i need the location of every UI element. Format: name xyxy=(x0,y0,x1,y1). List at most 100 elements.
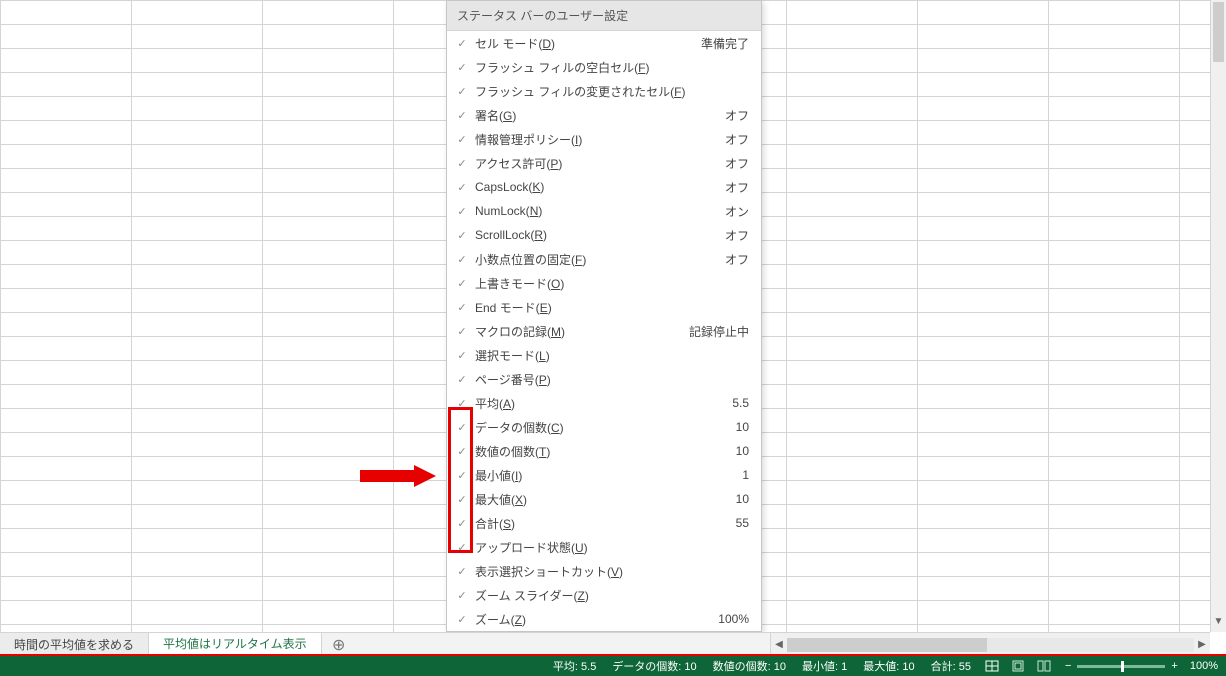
menu-item-0[interactable]: ✓セル モード(D)準備完了 xyxy=(447,31,761,55)
check-icon: ✓ xyxy=(453,301,471,314)
menu-item-2[interactable]: ✓フラッシュ フィルの変更されたセル(F) xyxy=(447,79,761,103)
menu-item-status: オフ xyxy=(725,179,751,196)
menu-item-label: ズーム(Z) xyxy=(471,611,718,628)
menu-item-label: セル モード(D) xyxy=(471,35,701,52)
menu-item-10[interactable]: ✓上書きモード(O) xyxy=(447,271,761,295)
check-icon: ✓ xyxy=(453,541,471,554)
page-layout-icon xyxy=(1011,660,1025,672)
horizontal-scrollbar[interactable]: ◀ ▶ xyxy=(770,633,1210,656)
check-icon: ✓ xyxy=(453,589,471,602)
menu-item-label: アクセス許可(P) xyxy=(471,155,725,172)
menu-item-label: NumLock(N) xyxy=(471,204,725,218)
status-stat-3: 最小値: 1 xyxy=(794,658,855,674)
zoom-percent[interactable]: 100% xyxy=(1184,660,1218,672)
sheet-tab-0[interactable]: 時間の平均値を求める xyxy=(0,633,149,656)
check-icon: ✓ xyxy=(453,349,471,362)
menu-item-18[interactable]: ✓最小値(I)1 xyxy=(447,463,761,487)
menu-item-4[interactable]: ✓情報管理ポリシー(I)オフ xyxy=(447,127,761,151)
check-icon: ✓ xyxy=(453,397,471,410)
menu-item-11[interactable]: ✓End モード(E) xyxy=(447,295,761,319)
add-sheet-button[interactable]: ⊕ xyxy=(322,633,356,656)
check-icon: ✓ xyxy=(453,229,471,242)
menu-item-label: ScrollLock(R) xyxy=(471,228,725,242)
menu-item-label: 小数点位置の固定(F) xyxy=(471,251,725,268)
menu-item-status: 55 xyxy=(736,516,751,530)
hscroll-thumb[interactable] xyxy=(787,638,987,652)
view-page-break-button[interactable] xyxy=(1031,656,1057,676)
check-icon: ✓ xyxy=(453,181,471,194)
menu-item-status: オフ xyxy=(725,251,751,268)
menu-item-label: 最大値(X) xyxy=(471,491,736,508)
vscroll-thumb[interactable] xyxy=(1213,2,1224,62)
check-icon: ✓ xyxy=(453,517,471,530)
menu-item-label: データの個数(C) xyxy=(471,419,736,436)
vertical-scrollbar[interactable]: ▼ xyxy=(1210,0,1226,632)
vscroll-down-arrow[interactable]: ▼ xyxy=(1211,614,1226,630)
menu-item-status: 10 xyxy=(736,492,751,506)
menu-item-label: 署名(G) xyxy=(471,107,725,124)
status-bar: 平均: 5.5データの個数: 10数値の個数: 10最小値: 1最大値: 10合… xyxy=(0,656,1226,676)
sheet-tabs-row: 時間の平均値を求める平均値はリアルタイム表示 ⊕ ◀ ▶ xyxy=(0,632,1210,656)
check-icon: ✓ xyxy=(453,373,471,386)
menu-item-3[interactable]: ✓署名(G)オフ xyxy=(447,103,761,127)
menu-item-23[interactable]: ✓ズーム スライダー(Z) xyxy=(447,583,761,607)
check-icon: ✓ xyxy=(453,493,471,506)
status-stat-5: 合計: 55 xyxy=(923,658,979,674)
menu-item-label: 情報管理ポリシー(I) xyxy=(471,131,725,148)
zoom-control: − + 100% xyxy=(1057,660,1226,672)
page-break-icon xyxy=(1037,660,1051,672)
view-normal-button[interactable] xyxy=(979,656,1005,676)
menu-item-13[interactable]: ✓選択モード(L) xyxy=(447,343,761,367)
hscroll-right-arrow[interactable]: ▶ xyxy=(1194,639,1210,650)
plus-icon: ⊕ xyxy=(332,635,345,655)
menu-item-1[interactable]: ✓フラッシュ フィルの空白セル(F) xyxy=(447,55,761,79)
zoom-out-button[interactable]: − xyxy=(1065,660,1071,672)
menu-item-status: オフ xyxy=(725,107,751,124)
check-icon: ✓ xyxy=(453,613,471,626)
menu-item-12[interactable]: ✓マクロの記録(M)記録停止中 xyxy=(447,319,761,343)
menu-item-24[interactable]: ✓ズーム(Z)100% xyxy=(447,607,761,631)
grid-view-icon xyxy=(985,660,999,672)
check-icon: ✓ xyxy=(453,133,471,146)
menu-item-14[interactable]: ✓ページ番号(P) xyxy=(447,367,761,391)
check-icon: ✓ xyxy=(453,325,471,338)
menu-item-20[interactable]: ✓合計(S)55 xyxy=(447,511,761,535)
menu-item-9[interactable]: ✓小数点位置の固定(F)オフ xyxy=(447,247,761,271)
zoom-slider[interactable] xyxy=(1077,665,1165,668)
check-icon: ✓ xyxy=(453,85,471,98)
menu-item-label: End モード(E) xyxy=(471,299,749,316)
check-icon: ✓ xyxy=(453,445,471,458)
menu-item-label: 選択モード(L) xyxy=(471,347,749,364)
menu-item-17[interactable]: ✓数値の個数(T)10 xyxy=(447,439,761,463)
menu-item-15[interactable]: ✓平均(A)5.5 xyxy=(447,391,761,415)
hscroll-left-arrow[interactable]: ◀ xyxy=(771,639,787,650)
zoom-slider-thumb[interactable] xyxy=(1121,661,1124,672)
check-icon: ✓ xyxy=(453,421,471,434)
view-page-layout-button[interactable] xyxy=(1005,656,1031,676)
menu-item-8[interactable]: ✓ScrollLock(R)オフ xyxy=(447,223,761,247)
menu-item-16[interactable]: ✓データの個数(C)10 xyxy=(447,415,761,439)
menu-item-6[interactable]: ✓CapsLock(K)オフ xyxy=(447,175,761,199)
sheet-tab-1[interactable]: 平均値はリアルタイム表示 xyxy=(149,633,322,656)
check-icon: ✓ xyxy=(453,253,471,266)
menu-item-21[interactable]: ✓アップロード状態(U) xyxy=(447,535,761,559)
menu-item-label: 上書きモード(O) xyxy=(471,275,749,292)
status-stat-0: 平均: 5.5 xyxy=(545,658,604,674)
zoom-in-button[interactable]: + xyxy=(1171,660,1177,672)
menu-item-label: フラッシュ フィルの変更されたセル(F) xyxy=(471,83,749,100)
menu-item-19[interactable]: ✓最大値(X)10 xyxy=(447,487,761,511)
check-icon: ✓ xyxy=(453,157,471,170)
status-stat-4: 最大値: 10 xyxy=(855,658,922,674)
menu-item-5[interactable]: ✓アクセス許可(P)オフ xyxy=(447,151,761,175)
status-stat-2: 数値の個数: 10 xyxy=(705,658,794,674)
menu-item-label: 表示選択ショートカット(V) xyxy=(471,563,749,580)
check-icon: ✓ xyxy=(453,469,471,482)
menu-item-label: CapsLock(K) xyxy=(471,180,725,194)
menu-item-22[interactable]: ✓表示選択ショートカット(V) xyxy=(447,559,761,583)
menu-item-status: オン xyxy=(725,203,751,220)
menu-item-label: ズーム スライダー(Z) xyxy=(471,587,749,604)
check-icon: ✓ xyxy=(453,37,471,50)
check-icon: ✓ xyxy=(453,205,471,218)
menu-item-7[interactable]: ✓NumLock(N)オン xyxy=(447,199,761,223)
menu-item-label: 合計(S) xyxy=(471,515,736,532)
